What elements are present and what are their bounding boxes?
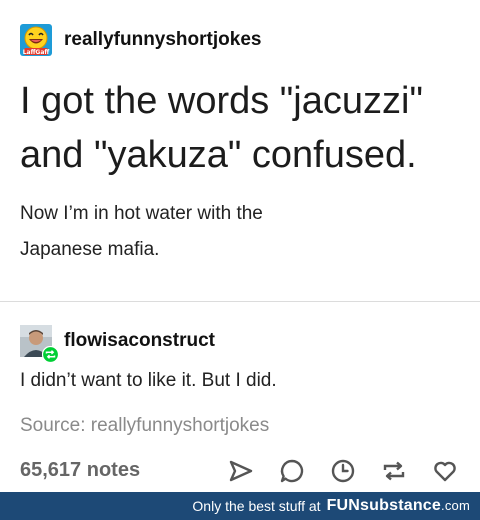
- author-avatar[interactable]: LaffGaff: [20, 24, 52, 56]
- share-icon: [229, 460, 253, 482]
- watermark-banner: Only the best stuff at FUNsubstance.com: [0, 492, 480, 520]
- reblogger-avatar[interactable]: [20, 325, 59, 363]
- reblogger-username[interactable]: flowisaconstruct: [64, 330, 215, 352]
- reblog-badge-icon: [42, 346, 59, 363]
- notes-count[interactable]: 65,617 notes: [20, 459, 140, 482]
- reblog-button[interactable]: [379, 456, 409, 486]
- tumblr-post: LaffGaff reallyfunnyshortjokes I got the…: [0, 0, 480, 492]
- banner-tagline: Only the best stuff at: [192, 498, 321, 514]
- headline-line-1: I got the words "jacuzzi": [20, 80, 423, 122]
- share-button[interactable]: [226, 456, 256, 486]
- body-line-2: Japanese mafia.: [20, 239, 160, 260]
- banner-brand-main: FUNsubstance: [326, 497, 442, 514]
- body-line-1: Now I’m in hot water with the: [20, 203, 263, 224]
- author-username[interactable]: reallyfunnyshortjokes: [64, 29, 261, 51]
- post-actions: [226, 456, 460, 486]
- banner-brand-tld: .com: [441, 498, 470, 513]
- reblog-icon: [383, 461, 405, 481]
- queue-button[interactable]: [328, 456, 358, 486]
- clock-icon: [331, 459, 355, 483]
- post-headline: I got the words "jacuzzi" and "yakuza" c…: [20, 74, 470, 182]
- banner-brand[interactable]: FUNsubstance.com: [327, 497, 470, 515]
- like-button[interactable]: [430, 456, 460, 486]
- laughing-emoji-icon: LaffGaff: [20, 24, 52, 56]
- reblog-header: flowisaconstruct: [20, 325, 215, 363]
- avatar-badge-text: LaffGaff: [23, 49, 50, 56]
- reblog-comment: I didn’t want to like it. But I did.: [20, 370, 277, 391]
- source-link[interactable]: Source: reallyfunnyshortjokes: [20, 415, 269, 437]
- headline-line-2: and "yakuza" confused.: [20, 134, 417, 176]
- post-header: LaffGaff reallyfunnyshortjokes: [20, 24, 261, 56]
- reply-button[interactable]: [277, 456, 307, 486]
- reply-icon: [280, 459, 304, 483]
- reblog-divider: [0, 301, 480, 302]
- post-body: Now I’m in hot water with the Japanese m…: [20, 196, 460, 268]
- heart-icon: [434, 461, 456, 482]
